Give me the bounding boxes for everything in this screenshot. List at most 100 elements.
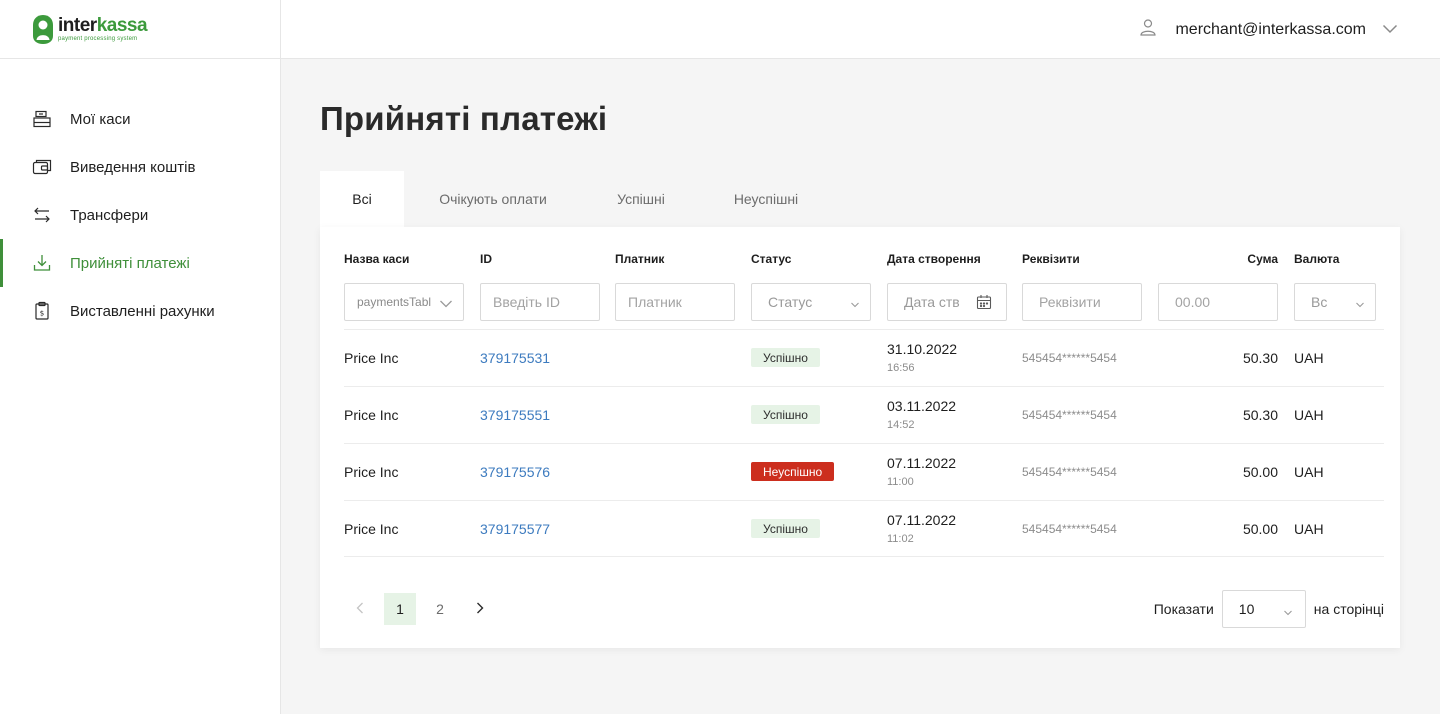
logo-area: interkassa payment processing system: [0, 0, 280, 59]
row-currency: UAH: [1294, 464, 1324, 480]
row-sum: 50.00: [1242, 521, 1278, 537]
cashbox-icon: [32, 109, 52, 129]
per-page-select[interactable]: 10: [1221, 590, 1306, 628]
row-payment-id-link[interactable]: 379175551: [480, 407, 550, 423]
sidebar-item-label: Виведення коштів: [70, 158, 196, 176]
sum-filter-input[interactable]: [1158, 283, 1278, 321]
row-cashbox-name: Price Inc: [344, 521, 399, 537]
row-time: 11:02: [887, 533, 914, 545]
tab-pending[interactable]: Очікують оплати: [404, 171, 582, 227]
wallet-icon: [32, 157, 52, 177]
cashbox-filter-select[interactable]: paymentsTable: [344, 283, 464, 321]
row-date: 03.11.2022: [887, 398, 957, 414]
user-email: merchant@interkassa.com: [1175, 20, 1366, 38]
row-payment-id-link[interactable]: 379175577: [480, 521, 550, 537]
column-header-requisites: Реквізити: [1022, 252, 1080, 266]
top-header: merchant@interkassa.com: [281, 0, 1440, 59]
chevron-down-icon: [439, 296, 453, 312]
row-requisites: 545454******5454: [1022, 351, 1117, 365]
row-requisites: 545454******5454: [1022, 522, 1117, 536]
pagination: 1 2: [344, 593, 504, 625]
status-badge: Неуспішно: [751, 462, 835, 481]
page-title: Прийняті платежі: [320, 100, 608, 137]
row-date: 07.11.2022: [887, 455, 957, 471]
sidebar-nav: Мої каси Виведення коштів Трансфери Прий…: [0, 59, 280, 335]
sidebar-item-my-cashboxes[interactable]: Мої каси: [0, 95, 280, 143]
payer-filter-input[interactable]: [615, 283, 735, 321]
download-icon: [32, 253, 52, 273]
table-row[interactable]: Price Inc 379175577 Успішно 07.11.2022 1…: [344, 500, 1384, 557]
sidebar: interkassa payment processing system Мої…: [0, 0, 281, 714]
id-filter-input[interactable]: [480, 283, 600, 321]
logo-word-inter: inter: [58, 15, 97, 36]
payments-table-card: Назва каси ID Платник Статус Дата створе…: [320, 227, 1400, 648]
row-sum: 50.30: [1242, 407, 1278, 423]
per-page-value: 10: [1238, 601, 1255, 617]
sidebar-item-label: Прийняті платежі: [70, 254, 190, 272]
cashbox-filter-value: paymentsTable: [357, 295, 431, 309]
currency-filter-select[interactable]: Всі: [1294, 283, 1376, 321]
payer-filter-field[interactable]: [628, 294, 722, 310]
column-header-cashbox: Назва каси: [344, 252, 410, 266]
requisites-filter-field[interactable]: [1039, 294, 1129, 310]
status-filter-placeholder: Статус: [768, 294, 813, 310]
row-date: 31.10.2022: [887, 341, 958, 357]
status-badge: Успішно: [751, 405, 820, 424]
row-date: 07.11.2022: [887, 512, 957, 528]
status-tabs: Всі Очікують оплати Успішні Неуспішні: [320, 171, 832, 227]
tab-all[interactable]: Всі: [320, 171, 404, 227]
sidebar-item-label: Мої каси: [70, 110, 131, 128]
chevron-right-icon: [476, 601, 484, 617]
page-button-2[interactable]: 2: [424, 593, 456, 625]
column-header-status: Статус: [751, 252, 792, 266]
chevron-down-icon: [1283, 604, 1293, 620]
status-badge: Успішно: [751, 519, 820, 538]
chevron-down-icon: [1355, 296, 1365, 312]
sidebar-item-withdrawals[interactable]: Виведення коштів: [0, 143, 280, 191]
transfer-arrows-icon: [32, 205, 52, 225]
tab-successful[interactable]: Успішні: [582, 171, 700, 227]
sidebar-item-accepted-payments[interactable]: Прийняті платежі: [0, 239, 280, 287]
logo-word-kassa: kassa: [96, 15, 148, 36]
row-sum: 50.00: [1242, 464, 1278, 480]
column-header-created-date: Дата створення: [887, 252, 981, 266]
sidebar-item-label: Виставленні рахунки: [70, 302, 215, 320]
user-icon: [1139, 18, 1157, 41]
calendar-icon[interactable]: [976, 294, 992, 313]
sidebar-item-invoices[interactable]: $ Виставленні рахунки: [0, 287, 280, 335]
interkassa-logo[interactable]: interkassa payment processing system: [31, 14, 148, 45]
row-currency: UAH: [1294, 521, 1324, 537]
column-header-currency: Валюта: [1294, 252, 1340, 266]
prev-page-button[interactable]: [344, 593, 376, 625]
status-filter-select[interactable]: Статус: [751, 283, 871, 321]
sidebar-item-transfers[interactable]: Трансфери: [0, 191, 280, 239]
svg-text:$: $: [40, 310, 44, 318]
row-cashbox-name: Price Inc: [344, 407, 399, 423]
invoice-icon: $: [32, 301, 52, 321]
row-payment-id-link[interactable]: 379175531: [480, 350, 550, 366]
tab-failed[interactable]: Неуспішні: [700, 171, 832, 227]
logo-mark-icon: [33, 14, 53, 44]
column-header-id: ID: [480, 252, 492, 266]
table-row[interactable]: Price Inc 379175551 Успішно 03.11.2022 1…: [344, 386, 1384, 443]
row-requisites: 545454******5454: [1022, 465, 1117, 479]
column-header-payer: Платник: [615, 252, 665, 266]
row-requisites: 545454******5454: [1022, 408, 1117, 422]
row-time: 11:00: [887, 476, 914, 488]
per-page-suffix: на сторінці: [1313, 601, 1384, 617]
id-filter-field[interactable]: [493, 294, 587, 310]
row-currency: UAH: [1294, 350, 1324, 366]
row-payment-id-link[interactable]: 379175576: [480, 464, 550, 480]
logo-tagline: payment processing system: [58, 36, 138, 42]
user-menu[interactable]: merchant@interkassa.com: [1139, 18, 1398, 41]
requisites-filter-input[interactable]: [1022, 283, 1142, 321]
page-button-1[interactable]: 1: [384, 593, 416, 625]
chevron-down-icon: [1382, 21, 1398, 39]
column-header-sum: Сума: [1247, 252, 1278, 266]
sum-filter-field[interactable]: [1175, 294, 1265, 310]
table-row[interactable]: Price Inc 379175531 Успішно 31.10.2022 1…: [344, 329, 1384, 386]
chevron-down-icon: [850, 296, 860, 312]
next-page-button[interactable]: [464, 593, 496, 625]
date-filter-input[interactable]: Дата створення: [887, 283, 1007, 321]
table-row[interactable]: Price Inc 379175576 Неуспішно 07.11.2022…: [344, 443, 1384, 500]
